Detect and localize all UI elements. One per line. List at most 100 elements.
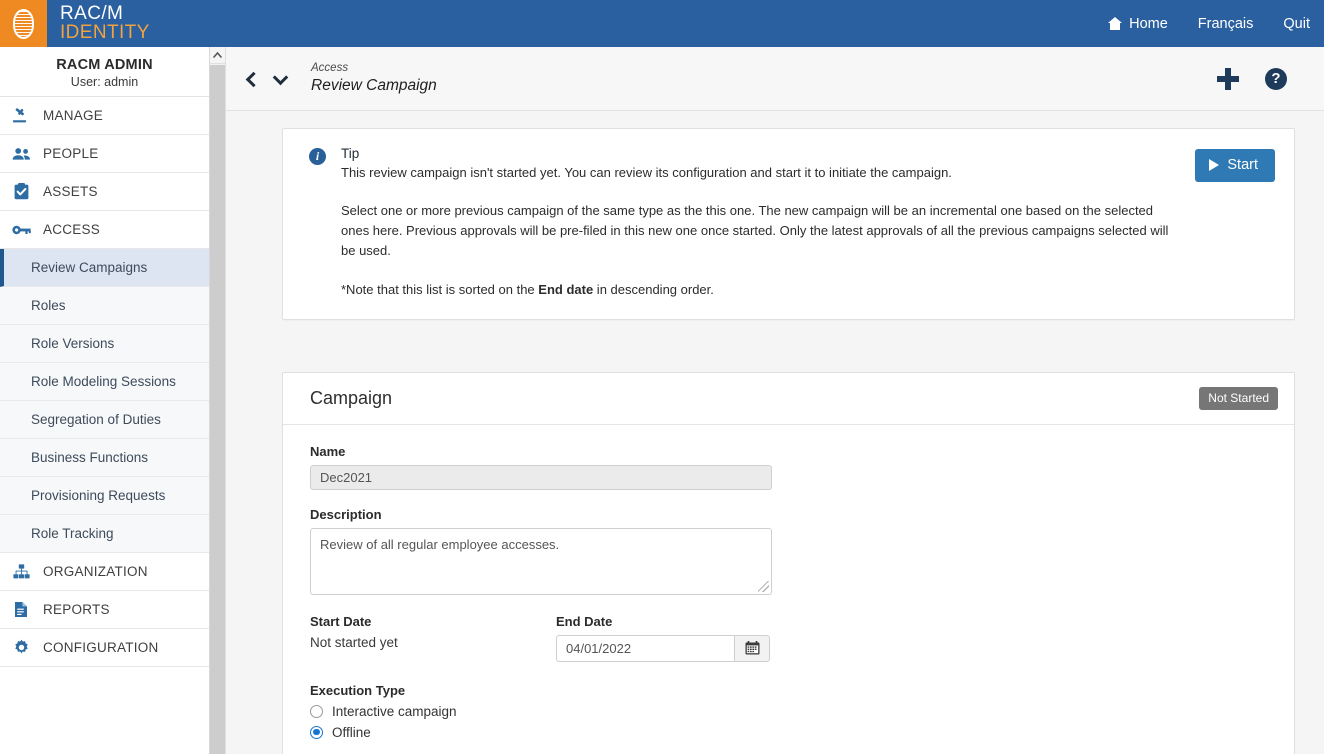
document-icon	[10, 601, 32, 619]
end-date-label: End Date	[556, 613, 613, 629]
sidebar-item-label: Roles	[31, 298, 66, 313]
gavel-icon	[10, 107, 32, 125]
sidebar-item-configuration[interactable]: CONFIGURATION	[0, 629, 209, 667]
sidebar-item-label: REPORTS	[43, 602, 110, 617]
campaign-form: Name Description Start Date Not started …	[283, 425, 1294, 754]
sidebar-item-manage[interactable]: MANAGE	[0, 97, 209, 135]
info-icon: i	[309, 148, 326, 165]
nav-home[interactable]: Home	[1108, 16, 1168, 32]
breadcrumb: Access Review Campaign	[311, 62, 437, 94]
tip-body: Tip This review campaign isn't started y…	[341, 146, 1179, 300]
sidebar-item-label: Review Campaigns	[31, 260, 148, 275]
top-navigation: Home Français Quit	[1108, 16, 1324, 32]
sidebar-item-provisioning-requests[interactable]: Provisioning Requests	[0, 477, 209, 515]
sidebar-item-label: Role Modeling Sessions	[31, 374, 176, 389]
start-button[interactable]: Start	[1195, 149, 1275, 182]
campaign-panel: Campaign Not Started Name Description St…	[282, 371, 1295, 754]
sidebar: RACM ADMIN User: admin MANAGE PEOPLE ASS…	[0, 47, 209, 754]
tip-note-prefix: *Note that this list is sorted on the	[341, 281, 539, 297]
radio-offline[interactable]	[310, 725, 323, 739]
sidebar-item-access[interactable]: ACCESS	[0, 211, 209, 249]
breadcrumb-bar: Access Review Campaign ?	[226, 47, 1324, 111]
sidebar-item-reports[interactable]: REPORTS	[0, 591, 209, 629]
breadcrumb-nav-controls	[245, 71, 287, 86]
scrollbar-thumb[interactable]	[210, 65, 225, 754]
sidebar-item-role-tracking[interactable]: Role Tracking	[0, 515, 209, 553]
end-date-input[interactable]	[556, 634, 734, 662]
description-wrapper	[310, 527, 772, 595]
radio-interactive-label[interactable]: Interactive campaign	[332, 704, 457, 719]
breadcrumb-parent[interactable]: Access	[311, 62, 437, 75]
help-circle-icon[interactable]: ?	[1265, 67, 1287, 90]
sidebar-item-label: PEOPLE	[43, 146, 99, 161]
start-button-label: Start	[1227, 157, 1258, 173]
brand-wordmark: RAC/M IDENTITY	[60, 2, 150, 44]
sidebar-item-review-campaigns[interactable]: Review Campaigns	[0, 249, 209, 287]
people-icon	[10, 145, 32, 163]
description-input[interactable]	[310, 527, 772, 595]
tip-paragraph-1: This review campaign isn't started yet. …	[341, 165, 952, 180]
sidebar-item-label: CONFIGURATION	[43, 640, 159, 655]
chevron-left-icon[interactable]	[245, 71, 258, 86]
sidebar-item-assets[interactable]: ASSETS	[0, 173, 209, 211]
sidebar-item-role-modeling-sessions[interactable]: Role Modeling Sessions	[0, 363, 209, 401]
sidebar-item-label: Business Functions	[31, 450, 149, 465]
sidebar-scrollbar[interactable]	[209, 47, 225, 754]
app-header: RAC/M IDENTITY Home Français Quit	[0, 0, 1324, 47]
dates-row: Start Date Not started yet End Date	[310, 614, 1267, 662]
execution-option-offline[interactable]: Offline	[310, 725, 1267, 740]
sidebar-item-label: Role Tracking	[31, 526, 114, 541]
sidebar-item-label: ACCESS	[43, 222, 101, 237]
radio-offline-label[interactable]: Offline	[332, 725, 371, 740]
chevron-down-icon[interactable]	[274, 71, 287, 86]
sidebar-item-segregation-of-duties[interactable]: Segregation of Duties	[0, 401, 209, 439]
play-icon	[1209, 159, 1220, 171]
brand-line-1: RAC/M	[60, 2, 124, 24]
scroll-up-icon[interactable]	[210, 47, 225, 64]
tip-label: Tip	[341, 146, 360, 161]
brand-line-2: IDENTITY	[60, 22, 150, 43]
sidebar-item-organization[interactable]: ORGANIZATION	[0, 553, 209, 591]
plus-icon[interactable]	[1217, 67, 1239, 90]
sidebar-item-label: Provisioning Requests	[31, 488, 166, 503]
nav-quit[interactable]: Quit	[1283, 16, 1310, 32]
start-date-label: Start Date	[310, 613, 372, 629]
tip-note-bold: End date	[538, 281, 594, 297]
tip-panel: i Tip This review campaign isn't started…	[282, 128, 1295, 320]
execution-type-label: Execution Type	[310, 682, 406, 698]
page-content: i Tip This review campaign isn't started…	[226, 111, 1324, 754]
end-date-field: End Date	[556, 614, 770, 662]
page-title: Review Campaign	[311, 76, 437, 94]
main-content: Access Review Campaign ? i Tip This revi…	[225, 47, 1324, 754]
tip-note: *Note that this list is sorted on the En…	[341, 280, 1179, 300]
status-badge: Not Started	[1199, 386, 1278, 410]
sidebar-item-label: Role Versions	[31, 336, 115, 351]
tip-paragraph-2: Select one or more previous campaign of …	[341, 203, 1169, 259]
user-name: RACM ADMIN	[56, 56, 153, 73]
end-date-group	[556, 634, 770, 662]
user-login: User: admin	[70, 74, 139, 89]
page-actions: ?	[1217, 67, 1310, 90]
execution-option-interactive[interactable]: Interactive campaign	[310, 704, 1267, 719]
key-icon	[10, 221, 32, 239]
sidebar-item-label: ASSETS	[43, 184, 98, 199]
campaign-header: Campaign Not Started	[283, 373, 1294, 425]
home-icon	[1108, 17, 1123, 30]
brand-logo[interactable]: RAC/M IDENTITY	[0, 0, 150, 47]
nav-home-label: Home	[1129, 15, 1168, 32]
radio-interactive[interactable]	[310, 704, 323, 718]
sidebar-item-business-functions[interactable]: Business Functions	[0, 439, 209, 477]
clipboard-check-icon	[10, 183, 32, 201]
user-block: RACM ADMIN User: admin	[0, 47, 209, 97]
sidebar-item-label: MANAGE	[43, 108, 104, 123]
sidebar-item-role-versions[interactable]: Role Versions	[0, 325, 209, 363]
name-input[interactable]	[310, 464, 772, 490]
sidebar-item-people[interactable]: PEOPLE	[0, 135, 209, 173]
nav-language[interactable]: Français	[1198, 16, 1254, 32]
sidebar-item-roles[interactable]: Roles	[0, 287, 209, 325]
sidebar-item-label: Segregation of Duties	[31, 412, 161, 427]
start-date-value: Not started yet	[310, 634, 398, 650]
calendar-icon[interactable]	[734, 634, 770, 662]
gear-icon	[10, 639, 32, 657]
campaign-title: Campaign	[310, 387, 393, 408]
